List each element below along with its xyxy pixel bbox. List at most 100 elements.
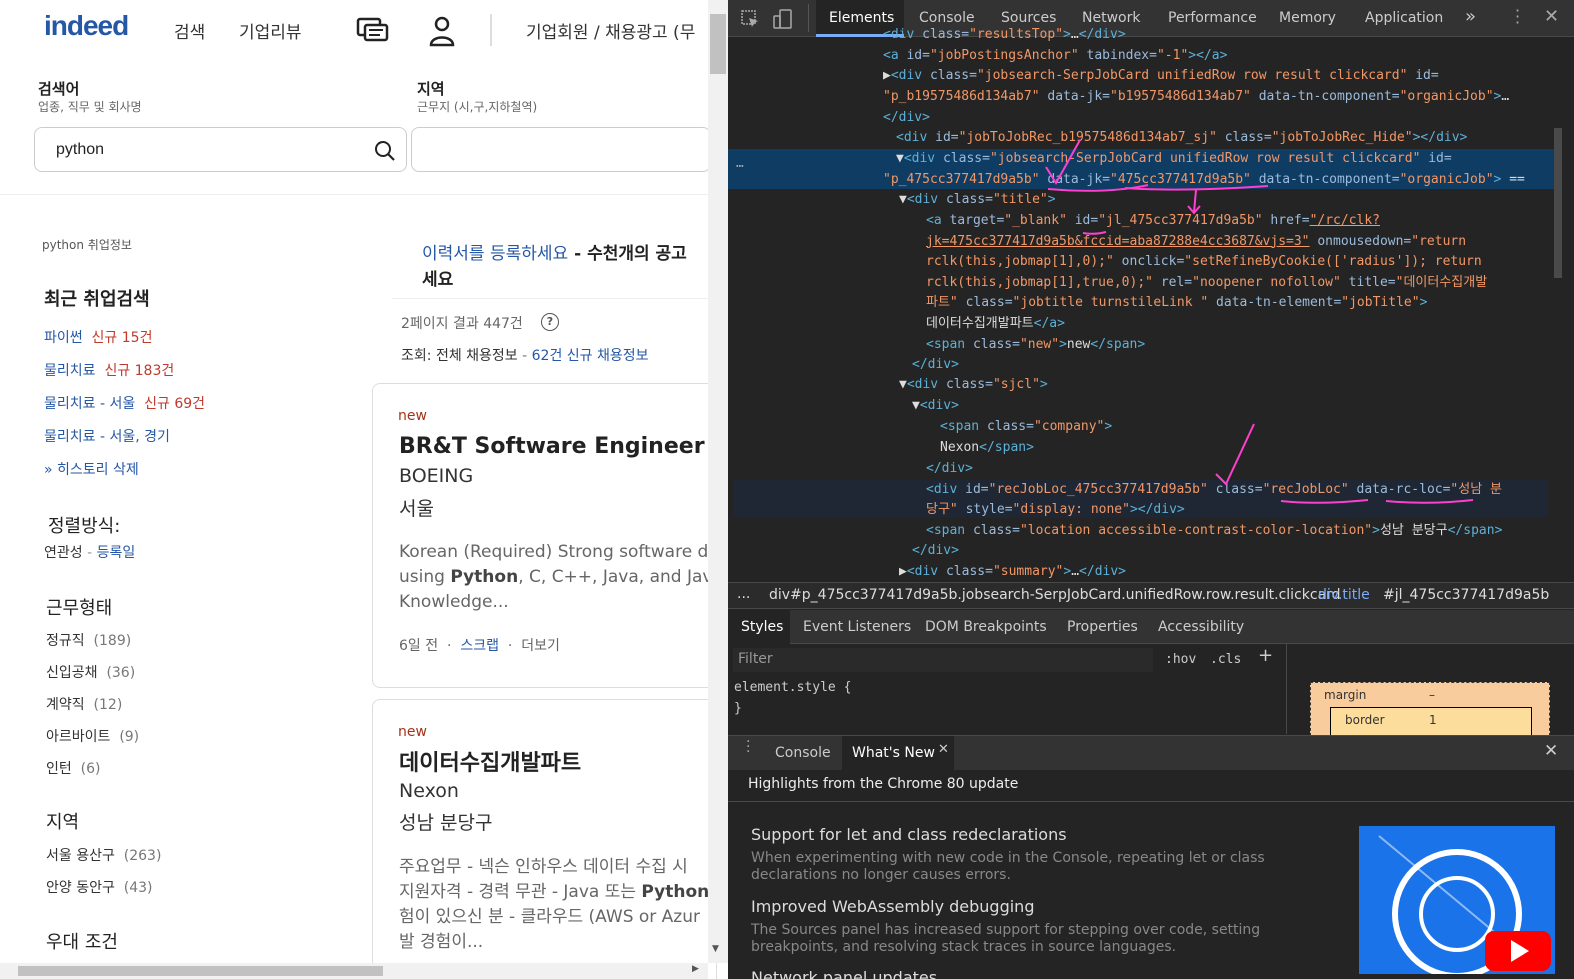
news-title[interactable]: Improved WebAssembly debugging [751, 897, 1034, 916]
indeed-logo[interactable]: indeed [44, 10, 129, 42]
close-drawer-icon[interactable]: ✕ [1544, 741, 1558, 761]
news-description: The Sources panel has increased support … [751, 922, 1261, 955]
job-company: Nexon [399, 780, 459, 802]
recent-search-item[interactable]: 물리치료 - 서울 신규 69건 [44, 393, 205, 413]
devtools-panel: Elements Console Sources Network Perform… [728, 0, 1574, 979]
recent-search-item[interactable]: 물리치료 - 서울, 경기 [44, 426, 170, 446]
region-filter[interactable]: 안양 동안구 (43) [46, 877, 153, 897]
sort-by-date-link[interactable]: 등록일 [97, 545, 136, 561]
tab-styles[interactable]: Styles [741, 619, 783, 635]
jobtype-filter[interactable]: 인턴 (6) [46, 758, 101, 778]
news-description: When experimenting with new code in the … [751, 850, 1265, 883]
breadcrumb-title[interactable]: div.title [1318, 587, 1370, 603]
job-location: 성남 분당구 [399, 812, 493, 834]
history-delete-link[interactable]: » 히스토리 삭제 [44, 459, 139, 479]
nav-employer-link[interactable]: 기업회원 / 채용광고 (무 [526, 18, 695, 43]
jobtype-filter[interactable]: 계약직 (12) [46, 694, 122, 714]
jobtype-title: 근무형태 [46, 598, 113, 619]
recent-search-item[interactable]: 파이썬 신규 15건 [44, 327, 152, 347]
whats-new-separator [728, 801, 1574, 802]
region-filter[interactable]: 서울 용산구 (263) [46, 845, 161, 865]
where-sublabel: 근무지 (시,구,지하철역) [417, 100, 538, 114]
job-footer: 6일 전 · 스크랩 · 더보기 [399, 638, 560, 654]
view-new-jobs-link[interactable]: 62건 신규 채용정보 [532, 348, 649, 364]
where-search-input[interactable] [411, 127, 711, 172]
breadcrumb-card[interactable]: div#p_475cc377417d9a5b.jobsearch-SerpJob… [769, 587, 1341, 603]
sidebar-breadcrumb: python 취업정보 [42, 238, 132, 252]
news-title[interactable]: Support for let and class redeclarations [751, 825, 1067, 844]
element-style-rule[interactable]: element.style { } [734, 678, 851, 719]
jobtype-filter[interactable]: 신입공채 (36) [46, 662, 135, 682]
view-all-jobs[interactable]: 전체 채용정보 [436, 348, 518, 364]
styles-pane-divider [1286, 644, 1287, 734]
nav-company-reviews[interactable]: 기업리뷰 [239, 18, 302, 43]
nav-divider [490, 14, 492, 46]
results-separator [392, 298, 712, 299]
class-toggle[interactable]: .cls [1210, 650, 1241, 671]
job-age: 6일 전 [399, 638, 439, 654]
sort-current: 연관성 [44, 545, 83, 561]
breadcrumb-more[interactable]: ... [737, 586, 750, 602]
results-count: 2페이지 결과 447건 [401, 316, 523, 332]
recent-searches-title: 최근 취업검색 [44, 289, 150, 310]
news-title-partial[interactable]: Network panel updates [751, 968, 937, 979]
search-icon[interactable] [373, 139, 397, 163]
profile-icon[interactable] [428, 15, 456, 47]
sort-title: 정렬방식: [48, 516, 121, 537]
drawer-tab-console[interactable]: Console [775, 745, 831, 761]
resume-banner: 이력서를 등록하세요 - 수천개의 공고 [422, 244, 687, 264]
job-card[interactable]: new 데이터수집개발파트 Nexon 성남 분당구 주요업무 - 넥슨 인하우… [372, 699, 717, 979]
what-search-value: python [56, 141, 105, 158]
drawer-tabbar: · · · Console What's New ✕ ✕ [728, 735, 1574, 771]
tab-accessibility[interactable]: Accessibility [1158, 619, 1244, 635]
scroll-down-arrow[interactable]: ▼ [712, 944, 719, 954]
vertical-scroll-thumb[interactable] [710, 14, 726, 74]
scroll-right-arrow[interactable]: ▶ [692, 964, 699, 974]
what-label: 검색어 [38, 80, 80, 98]
nav-search[interactable]: 검색 [174, 18, 205, 43]
tab-properties[interactable]: Properties [1067, 619, 1138, 635]
box-model-border[interactable]: border 1 [1330, 707, 1532, 737]
jobtype-filter[interactable]: 아르바이트 (9) [46, 726, 139, 746]
messages-icon[interactable] [356, 16, 390, 46]
jobtype-filter[interactable]: 정규직 (189) [46, 630, 131, 650]
help-icon[interactable]: ? [541, 313, 559, 331]
recent-search-item[interactable]: 물리치료 신규 183건 [44, 360, 174, 380]
job-card[interactable]: new BR&T Software Engineer Inter BOEING … [372, 383, 728, 688]
whats-new-video-thumbnail[interactable] [1359, 826, 1555, 974]
job-snippet: Korean (Required) Strong software de usi… [399, 542, 728, 612]
styles-filter-input[interactable]: Filter [733, 648, 1153, 672]
job-title[interactable]: BR&T Software Engineer Inter [399, 434, 728, 459]
horizontal-scroll-thumb[interactable] [18, 966, 383, 976]
dom-breadcrumb: ... div#p_475cc377417d9a5b.jobsearch-Ser… [728, 582, 1574, 609]
what-sublabel: 업종, 직무 및 회사명 [38, 100, 142, 114]
styles-tabbar: Styles Event Listeners DOM Breakpoints P… [728, 610, 1574, 644]
tab-event-listeners[interactable]: Event Listeners [803, 619, 911, 635]
breadcrumb-link[interactable]: #jl_475cc377417d9a5b [1383, 587, 1549, 603]
more-link[interactable]: 더보기 [521, 638, 560, 654]
whats-new-header: Highlights from the Chrome 80 update [748, 776, 1019, 792]
job-company: BOEING [399, 465, 474, 487]
header-separator [0, 194, 710, 195]
vertical-scrollbar[interactable] [708, 0, 728, 963]
job-title[interactable]: 데이터수집개발파트 [399, 745, 581, 777]
close-whats-new-icon[interactable]: ✕ [938, 742, 949, 757]
drawer-menu-icon[interactable]: · · · [746, 735, 750, 759]
benefit-title: 우대 조건 [46, 932, 118, 953]
drawer-tab-whats-new[interactable]: What's New [852, 745, 935, 761]
job-snippet: 주요업무 - 넥슨 인하우스 데이터 수집 시 지원자격 - 경력 무관 - J… [399, 857, 710, 952]
where-label: 지역 [417, 80, 445, 98]
new-badge: new [398, 724, 427, 740]
hover-state-toggle[interactable]: :hov [1165, 650, 1196, 671]
box-model-margin[interactable]: margin – border 1 [1310, 682, 1550, 737]
new-badge: new [398, 408, 427, 424]
tab-dom-breakpoints[interactable]: DOM Breakpoints [925, 619, 1047, 635]
resume-register-link[interactable]: 이력서를 등록하세요 [422, 244, 568, 264]
sort-options: 연관성 - 등록일 [44, 545, 136, 561]
resume-banner-line2: 세요 [422, 270, 454, 290]
new-style-rule-icon[interactable]: + [1258, 645, 1273, 666]
indeed-page: indeed 검색 기업리뷰 기업회원 / 채용광고 (무 검색어 업종, 직무… [0, 0, 728, 979]
what-search-input[interactable]: python [34, 127, 407, 172]
save-job-link[interactable]: 스크랩 [460, 638, 499, 654]
job-location: 서울 [399, 498, 434, 520]
